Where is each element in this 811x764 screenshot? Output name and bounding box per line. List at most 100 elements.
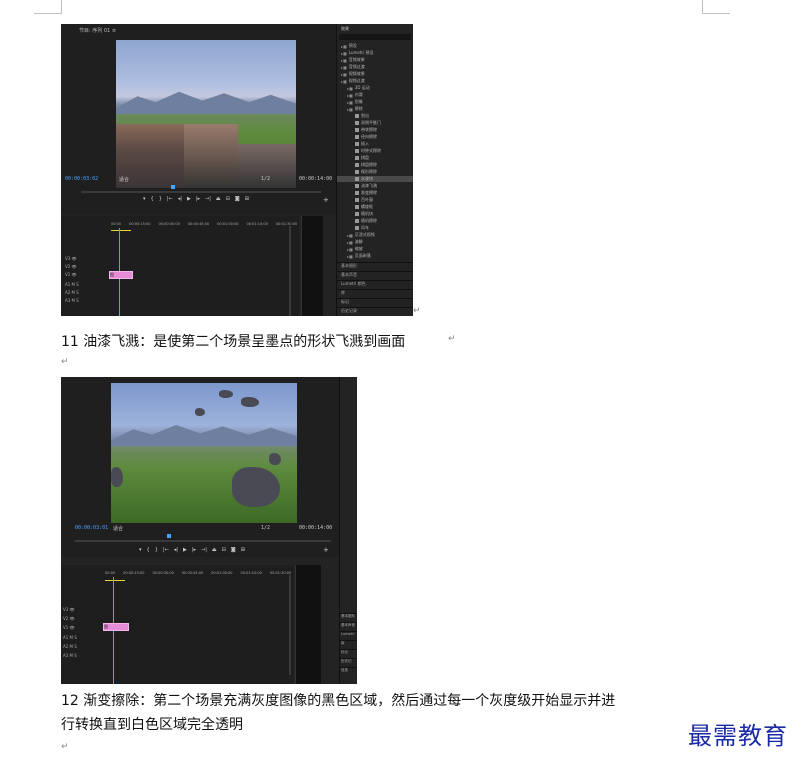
timeline-panel: 00:00 00:00:15:00 00:00:30:00 00:00:45:0…	[61, 216, 321, 316]
timeline-panel: 00:00 00:00:15:00 00:00:30:00 00:00:45:0…	[61, 565, 315, 684]
add-button-icon[interactable]: +	[323, 546, 329, 554]
total-duration: 00:00:14:00	[299, 525, 333, 531]
panel-tab[interactable]: 信息	[340, 667, 357, 673]
panel-tab[interactable]: Lumetri 颜色	[337, 280, 413, 287]
effects-item[interactable]: 百叶窗	[337, 197, 413, 203]
fit-dropdown[interactable]: 适合	[119, 176, 129, 183]
effects-item[interactable]: 楔形擦除	[337, 169, 413, 175]
current-time[interactable]: 00:00:03:02	[65, 176, 98, 182]
in-point-icon[interactable]: {	[151, 196, 154, 202]
go-to-in-icon[interactable]: |←	[167, 196, 173, 202]
effects-folder[interactable]: ▸■ 视频效果	[337, 71, 413, 77]
program-monitor-title[interactable]: 节目: 序列 01 ≡	[79, 27, 116, 34]
step-back-icon[interactable]: ◂|	[178, 196, 182, 202]
quality-dropdown[interactable]: 1/2	[261, 525, 270, 531]
transport-controls: ▾ { } |← ◂| ▶ |▸ →| ⏏ ⊟ ◙ ⊞	[139, 547, 245, 553]
effects-item[interactable]: 棋盘	[337, 155, 413, 161]
effects-folder[interactable]: ▸■ 溶解	[337, 239, 413, 245]
effects-item[interactable]: 螺旋框	[337, 204, 413, 210]
camera-icon[interactable]: ◙	[235, 196, 240, 202]
effects-item[interactable]: 随机块	[337, 211, 413, 217]
transition-icon	[355, 177, 359, 181]
panel-tab[interactable]: 基本图形	[337, 262, 413, 269]
step-forward-icon[interactable]: |▸	[192, 547, 196, 553]
effects-panel: 效果 ▸■ 预设 ▸■ Lumetri 预设 ▸■ 音频效果 ▸■ 音频过渡 ▸■ 视频效果 ▸■ 视…	[336, 24, 413, 316]
panel-tab[interactable]: 库	[340, 640, 357, 646]
effects-item-label: 视频效果	[348, 71, 365, 76]
marker-icon[interactable]: ▾	[143, 196, 146, 202]
panel-tab[interactable]: 基本图形	[340, 613, 357, 619]
playhead-marker[interactable]	[167, 534, 171, 538]
effects-item[interactable]: 时钟式擦除	[337, 148, 413, 154]
panel-tab[interactable]: 基本声音	[337, 271, 413, 278]
effects-folder[interactable]: ▸■ 3D 运动	[337, 85, 413, 91]
panel-tab[interactable]: 标记	[340, 649, 357, 655]
go-to-in-icon[interactable]: |←	[163, 547, 169, 553]
panel-tab[interactable]: 历史记录	[337, 307, 413, 314]
effects-item[interactable]: 插入	[337, 141, 413, 147]
out-point-icon[interactable]: }	[159, 196, 162, 202]
timeline-ruler[interactable]: 00:00 00:00:15:00 00:00:30:00 00:00:45:0…	[105, 571, 315, 575]
play-icon[interactable]: ▶	[183, 547, 187, 553]
panel-tab[interactable]: 标记	[337, 298, 413, 305]
marker-icon[interactable]: ▾	[139, 547, 142, 553]
extract-icon[interactable]: ⊟	[226, 196, 230, 202]
button-editor-icon[interactable]: ⊞	[245, 196, 249, 202]
effects-folder[interactable]: ▸■ 擦除	[337, 106, 413, 112]
effects-item[interactable]: 渐变擦除	[337, 190, 413, 196]
lift-icon[interactable]: ⏏	[212, 547, 217, 553]
scrub-bar[interactable]	[81, 191, 321, 193]
effects-folder[interactable]: ▸■ 音频效果	[337, 57, 413, 63]
effects-folder[interactable]: ▸■ 内滑	[337, 92, 413, 98]
scrub-bar[interactable]	[75, 540, 331, 542]
panel-tab[interactable]: 历史记	[340, 658, 357, 664]
step-forward-icon[interactable]: |▸	[196, 196, 200, 202]
effects-item[interactable]: 油漆飞溅	[337, 183, 413, 189]
effects-item[interactable]: 双侧平推门	[337, 120, 413, 126]
effects-panel-title[interactable]: 效果	[341, 26, 349, 32]
extract-icon[interactable]: ⊟	[222, 547, 226, 553]
panel-tab[interactable]: 库	[337, 289, 413, 296]
timeline-clip[interactable]: 图	[103, 623, 129, 631]
effects-folder[interactable]: ▸■ 沉浸式视频	[337, 232, 413, 238]
timeline-scrollbar[interactable]	[289, 575, 291, 675]
paragraph-mark: ↵	[448, 334, 456, 344]
panel-tab[interactable]: 基本声音	[340, 622, 357, 628]
button-editor-icon[interactable]: ⊞	[241, 547, 245, 553]
effects-folder[interactable]: ▸■ 视频过渡	[337, 78, 413, 84]
current-time[interactable]: 00:00:03:01	[75, 525, 108, 531]
effects-folder[interactable]: ▸■ Lumetri 预设	[337, 50, 413, 56]
effects-folder[interactable]: ▸■ 缩放	[337, 246, 413, 252]
play-icon[interactable]: ▶	[187, 196, 191, 202]
in-point-icon[interactable]: {	[147, 547, 150, 553]
effects-item[interactable]: 随机擦除	[337, 218, 413, 224]
add-button-icon[interactable]: +	[323, 196, 329, 204]
effects-item[interactable]: 水波块	[337, 176, 413, 182]
go-to-out-icon[interactable]: →|	[201, 547, 207, 553]
timeline-clip[interactable]: 图	[109, 271, 133, 279]
effects-item-label: 页面剥落	[354, 253, 371, 258]
work-area-bar[interactable]	[105, 580, 125, 581]
fit-dropdown[interactable]: 适合	[113, 525, 123, 532]
timeline-scrollbar[interactable]	[289, 226, 291, 316]
effects-item[interactable]: 径向擦除	[337, 134, 413, 140]
effects-folder[interactable]: ▸■ 划像	[337, 99, 413, 105]
step-back-icon[interactable]: ◂|	[174, 547, 178, 553]
effects-folder[interactable]: ▸■ 音频过渡	[337, 64, 413, 70]
panel-tab[interactable]: Lumetri	[340, 631, 357, 636]
out-point-icon[interactable]: }	[155, 547, 158, 553]
effects-item[interactable]: 带状擦除	[337, 127, 413, 133]
go-to-out-icon[interactable]: →|	[205, 196, 211, 202]
effects-folder[interactable]: ▸■ 页面剥落	[337, 253, 413, 259]
effects-item[interactable]: 划出	[337, 113, 413, 119]
lift-icon[interactable]: ⏏	[216, 196, 221, 202]
effects-item[interactable]: 风车	[337, 225, 413, 231]
effects-item[interactable]: 棋盘擦除	[337, 162, 413, 168]
effects-folder[interactable]: ▸■ 预设	[337, 43, 413, 49]
camera-icon[interactable]: ◙	[231, 547, 236, 553]
caption-gradient-wipe-line2: 行转换直到白色区域完全透明	[61, 717, 243, 733]
quality-dropdown[interactable]: 1/2	[261, 176, 270, 182]
effects-search-input[interactable]	[339, 34, 411, 40]
work-area-bar[interactable]	[111, 230, 131, 231]
playhead-marker[interactable]	[171, 185, 175, 189]
